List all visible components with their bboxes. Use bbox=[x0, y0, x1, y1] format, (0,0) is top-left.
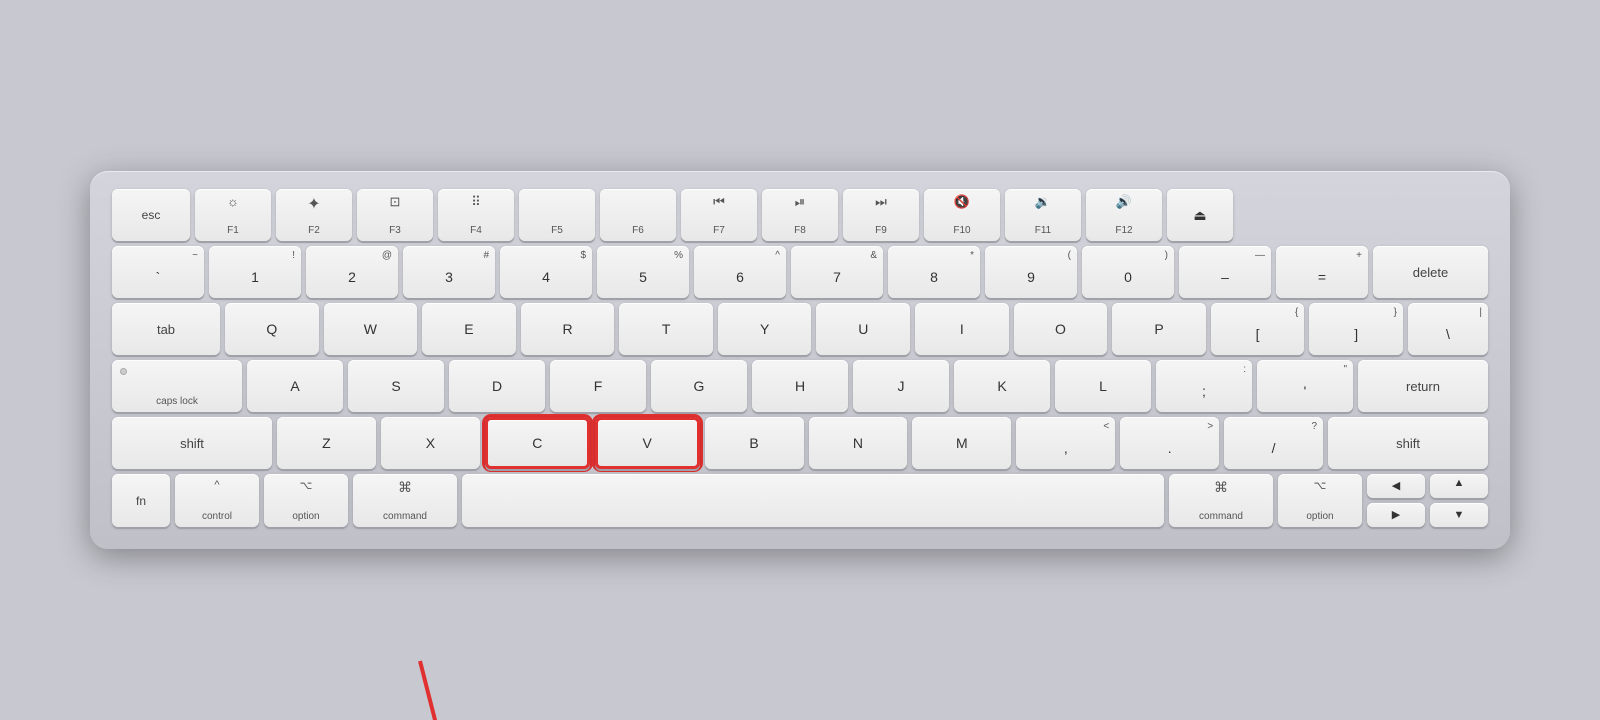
key-f1[interactable]: ☼ F1 bbox=[195, 189, 271, 241]
key-f10[interactable]: 🔇 F10 bbox=[924, 189, 1000, 241]
key-esc[interactable]: esc bbox=[112, 189, 190, 241]
key-o[interactable]: O bbox=[1014, 303, 1108, 355]
key-return[interactable]: return bbox=[1358, 360, 1488, 412]
key-m[interactable]: M bbox=[912, 417, 1011, 469]
key-f5[interactable]: F5 bbox=[519, 189, 595, 241]
key-quote[interactable]: " ' bbox=[1257, 360, 1353, 412]
key-e[interactable]: E bbox=[422, 303, 516, 355]
key-f6[interactable]: F6 bbox=[600, 189, 676, 241]
home-row: caps lock A S D F G H J K L : ; " ' retu… bbox=[112, 360, 1488, 412]
arrow-key-group: ◀ ▲ ▶ ▼ bbox=[1367, 474, 1488, 527]
key-f7[interactable]: ⏮ F7 bbox=[681, 189, 757, 241]
key-2[interactable]: @ 2 bbox=[306, 246, 398, 298]
key-9[interactable]: ( 9 bbox=[985, 246, 1077, 298]
key-g[interactable]: G bbox=[651, 360, 747, 412]
key-r[interactable]: R bbox=[521, 303, 615, 355]
key-0[interactable]: ) 0 bbox=[1082, 246, 1174, 298]
key-c[interactable]: C bbox=[485, 417, 590, 469]
key-bracket-left[interactable]: { [ bbox=[1211, 303, 1305, 355]
key-command-right[interactable]: ⌘ command bbox=[1169, 474, 1273, 527]
key-n[interactable]: N bbox=[809, 417, 908, 469]
key-l[interactable]: L bbox=[1055, 360, 1151, 412]
key-q[interactable]: Q bbox=[225, 303, 319, 355]
arrow-top-row: ◀ ▲ bbox=[1367, 474, 1488, 498]
key-j[interactable]: J bbox=[853, 360, 949, 412]
key-comma[interactable]: < , bbox=[1016, 417, 1115, 469]
key-arrow-up[interactable]: ▲ bbox=[1430, 474, 1488, 498]
key-5[interactable]: % 5 bbox=[597, 246, 689, 298]
key-f12[interactable]: 🔊 F12 bbox=[1086, 189, 1162, 241]
key-t[interactable]: T bbox=[619, 303, 713, 355]
key-fn[interactable]: fn bbox=[112, 474, 170, 527]
key-control[interactable]: ^ control bbox=[175, 474, 259, 527]
key-7[interactable]: & 7 bbox=[791, 246, 883, 298]
bottom-row: fn ^ control ⌥ option ⌘ command ⌘ comman… bbox=[112, 474, 1488, 527]
arrow-bottom-row: ▶ ▼ bbox=[1367, 503, 1488, 527]
key-eject[interactable]: ⏏ bbox=[1167, 189, 1233, 241]
key-command-left[interactable]: ⌘ command bbox=[353, 474, 457, 527]
key-i[interactable]: I bbox=[915, 303, 1009, 355]
key-capslock[interactable]: caps lock bbox=[112, 360, 242, 412]
key-tilde[interactable]: ~ ` bbox=[112, 246, 204, 298]
key-8[interactable]: * 8 bbox=[888, 246, 980, 298]
key-shift-left[interactable]: shift bbox=[112, 417, 272, 469]
key-semicolon[interactable]: : ; bbox=[1156, 360, 1252, 412]
key-4[interactable]: $ 4 bbox=[500, 246, 592, 298]
key-backslash[interactable]: | \ bbox=[1408, 303, 1488, 355]
key-x[interactable]: X bbox=[381, 417, 480, 469]
key-w[interactable]: W bbox=[324, 303, 418, 355]
key-u[interactable]: U bbox=[816, 303, 910, 355]
key-y[interactable]: Y bbox=[718, 303, 812, 355]
number-row: ~ ` ! 1 @ 2 # 3 $ 4 % 5 bbox=[112, 246, 1488, 298]
key-d[interactable]: D bbox=[449, 360, 545, 412]
shift-row: shift Z X C V B N M < , > . ? / shift bbox=[112, 417, 1488, 469]
key-f11[interactable]: 🔉 F11 bbox=[1005, 189, 1081, 241]
key-shift-right[interactable]: shift bbox=[1328, 417, 1488, 469]
key-equals[interactable]: + = bbox=[1276, 246, 1368, 298]
key-bracket-right[interactable]: } ] bbox=[1309, 303, 1403, 355]
key-space[interactable] bbox=[462, 474, 1164, 527]
key-a[interactable]: A bbox=[247, 360, 343, 412]
key-f4[interactable]: ⠿ F4 bbox=[438, 189, 514, 241]
key-6[interactable]: ^ 6 bbox=[694, 246, 786, 298]
key-h[interactable]: H bbox=[752, 360, 848, 412]
key-tab[interactable]: tab bbox=[112, 303, 220, 355]
key-arrow-left[interactable]: ◀ bbox=[1367, 474, 1425, 498]
key-period[interactable]: > . bbox=[1120, 417, 1219, 469]
keyboard-wrapper: esc ☼ F1 ✦ F2 ⊡ F3 ⠿ F4 F5 F6 bbox=[90, 171, 1510, 549]
key-arrow-down[interactable]: ▼ bbox=[1430, 503, 1488, 527]
key-1[interactable]: ! 1 bbox=[209, 246, 301, 298]
key-minus[interactable]: — – bbox=[1179, 246, 1271, 298]
key-v[interactable]: V bbox=[595, 417, 700, 469]
key-delete[interactable]: delete bbox=[1373, 246, 1488, 298]
keyboard: esc ☼ F1 ✦ F2 ⊡ F3 ⠿ F4 F5 F6 bbox=[90, 171, 1510, 549]
key-f3[interactable]: ⊡ F3 bbox=[357, 189, 433, 241]
qwerty-row: tab Q W E R T Y U I O P { [ } ] | \ bbox=[112, 303, 1488, 355]
key-f2[interactable]: ✦ F2 bbox=[276, 189, 352, 241]
key-z[interactable]: Z bbox=[277, 417, 376, 469]
key-p[interactable]: P bbox=[1112, 303, 1206, 355]
key-slash[interactable]: ? / bbox=[1224, 417, 1323, 469]
key-f[interactable]: F bbox=[550, 360, 646, 412]
key-k[interactable]: K bbox=[954, 360, 1050, 412]
key-f9[interactable]: ⏭ F9 bbox=[843, 189, 919, 241]
key-s[interactable]: S bbox=[348, 360, 444, 412]
key-option-right[interactable]: ⌥ option bbox=[1278, 474, 1362, 527]
key-b[interactable]: B bbox=[705, 417, 804, 469]
key-f8[interactable]: ⏯ F8 bbox=[762, 189, 838, 241]
key-3[interactable]: # 3 bbox=[403, 246, 495, 298]
key-option-left[interactable]: ⌥ option bbox=[264, 474, 348, 527]
fn-row: esc ☼ F1 ✦ F2 ⊡ F3 ⠿ F4 F5 F6 bbox=[112, 189, 1488, 241]
key-arrow-right[interactable]: ▶ bbox=[1367, 503, 1425, 527]
